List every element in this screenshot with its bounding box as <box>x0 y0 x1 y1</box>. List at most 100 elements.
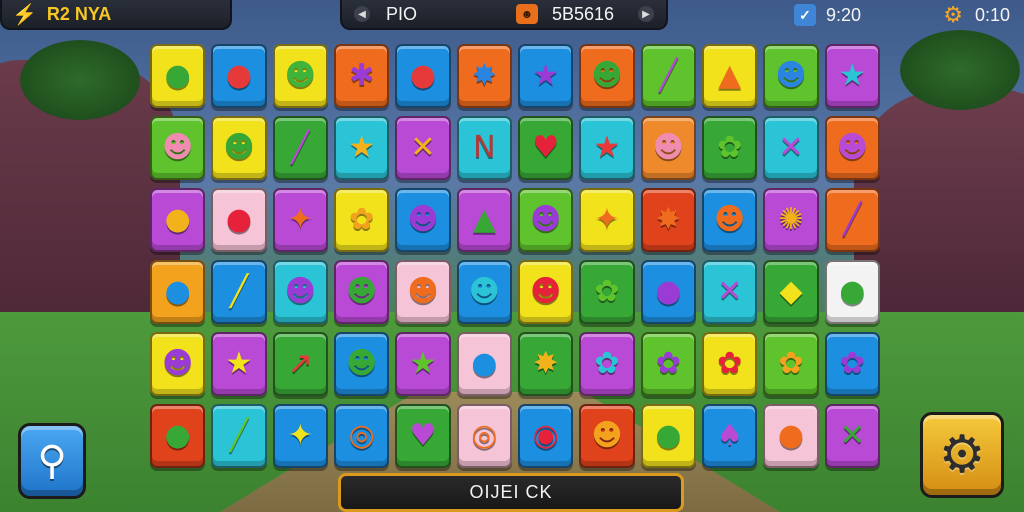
board-tile[interactable]: ✿ <box>824 332 880 396</box>
tile-symbol-icon: ✸ <box>471 58 497 93</box>
board-tile[interactable]: ★ <box>579 116 635 180</box>
board-tile[interactable]: ✸ <box>517 332 574 396</box>
board-tile[interactable]: N <box>456 116 512 180</box>
board-tile[interactable]: ☻ <box>824 116 880 180</box>
board-tile[interactable]: ╱ <box>272 116 328 180</box>
board-tile[interactable]: ✿ <box>763 332 819 396</box>
board-tile[interactable]: ★ <box>333 116 390 180</box>
tile-symbol-icon: ✕ <box>717 274 743 309</box>
board-tile[interactable]: ☻ <box>517 260 574 324</box>
tile-symbol-icon: ✸ <box>533 346 559 381</box>
board-tile[interactable]: ✿ <box>333 188 390 252</box>
board-tile[interactable]: ● <box>640 404 696 468</box>
score-value: 5B5616 <box>551 3 614 24</box>
board-tile[interactable]: ● <box>150 44 206 108</box>
action-bar-label: OIJEI CK <box>469 482 553 502</box>
tile-symbol-icon: ★ <box>225 346 253 381</box>
board-tile[interactable]: ● <box>150 404 206 468</box>
board-tile[interactable]: ◎ <box>456 404 512 468</box>
board-tile[interactable]: ↗ <box>272 332 328 396</box>
gear-icon[interactable]: ⚙ <box>943 2 963 28</box>
tile-symbol-icon: ✿ <box>717 346 743 381</box>
board-tile[interactable]: ✦ <box>272 188 328 252</box>
board-tile[interactable]: ✕ <box>763 116 819 180</box>
board-tile[interactable]: ● <box>640 260 696 324</box>
board-tile[interactable]: ☻ <box>640 116 696 180</box>
board-tile[interactable]: ╱ <box>824 188 880 252</box>
action-bar[interactable]: OIJEI CK <box>338 473 684 512</box>
board-tile[interactable]: ✕ <box>824 404 880 468</box>
board-tile[interactable]: ● <box>456 332 512 396</box>
board-tile[interactable]: ✕ <box>701 260 758 324</box>
board-tile[interactable]: ☻ <box>701 188 758 252</box>
board-tile[interactable]: ★ <box>211 332 267 396</box>
face-tile-icon: ☻ <box>515 4 538 24</box>
board-tile[interactable]: ✺ <box>763 188 819 252</box>
arrow-left-icon[interactable]: ◀ <box>354 6 370 22</box>
board-tile[interactable]: ● <box>763 404 819 468</box>
board-tile[interactable]: ☻ <box>333 260 390 324</box>
board-tile[interactable]: ◉ <box>517 404 574 468</box>
tile-symbol-icon: ◎ <box>348 418 375 453</box>
board-tile[interactable]: ☻ <box>150 332 206 396</box>
palm-foliage-right <box>900 30 1020 110</box>
board-tile[interactable]: ♥ <box>517 116 574 180</box>
puzzle-board: ● ● ☻ ✱ ● ✸ ★ ☻ ╱ ▲ ☻ ★ ☻ ☻ ╱ ★ ✕ N ♥ ★ ☻ ✿ ✕ ☻ ● ● ✦ ✿ ☻ ▲ ☻ ✦ ✸ ☻ ✺ ╱ ● ╱ ☻ ☻… <box>147 40 883 472</box>
tile-symbol-icon: ☻ <box>591 58 623 93</box>
board-tile[interactable]: ✸ <box>456 44 512 108</box>
board-tile[interactable]: ╱ <box>640 44 696 108</box>
hint-button[interactable]: ⚲ <box>18 423 86 499</box>
board-tile[interactable]: ◆ <box>763 260 819 324</box>
board-tile[interactable]: ● <box>824 260 880 324</box>
board-tile[interactable]: ☻ <box>333 332 390 396</box>
board-tile[interactable]: ✦ <box>579 188 635 252</box>
board-tile[interactable]: ✿ <box>640 332 696 396</box>
board-tile[interactable]: ▲ <box>456 188 512 252</box>
board-tile[interactable]: ✦ <box>272 404 328 468</box>
board-tile[interactable]: ☻ <box>272 44 328 108</box>
board-tile[interactable]: ◎ <box>333 404 390 468</box>
board-tile[interactable]: ★ <box>517 44 574 108</box>
board-tile[interactable]: ☻ <box>395 188 451 252</box>
settings-button[interactable]: ⚙ <box>920 412 1004 498</box>
board-tile[interactable]: ╱ <box>211 260 267 324</box>
board-tile[interactable]: ☻ <box>211 116 267 180</box>
board-tile[interactable]: ● <box>395 44 451 108</box>
board-tile[interactable]: ✕ <box>395 116 451 180</box>
board-tile[interactable]: ╱ <box>211 404 267 468</box>
board-tile[interactable]: ☻ <box>272 260 328 324</box>
tile-symbol-icon: ★ <box>348 130 376 165</box>
tile-symbol-icon: ╱ <box>659 58 678 93</box>
board-tile[interactable]: ✿ <box>701 332 758 396</box>
tile-symbol-icon: ★ <box>532 58 560 93</box>
board-tile[interactable]: ● <box>211 44 267 108</box>
board-tile[interactable]: ✿ <box>701 116 758 180</box>
tile-symbol-icon: ✿ <box>778 346 804 381</box>
board-tile[interactable]: ☻ <box>395 260 451 324</box>
board-tile[interactable]: ▲ <box>701 44 758 108</box>
board-tile[interactable]: ☻ <box>150 116 206 180</box>
board-tile[interactable]: ♥ <box>395 404 451 468</box>
tile-symbol-icon: ☻ <box>652 130 684 165</box>
board-tile[interactable]: ★ <box>824 44 880 108</box>
board-tile[interactable]: ● <box>211 188 267 252</box>
board-tile[interactable]: ☻ <box>456 260 512 324</box>
board-tile[interactable]: ☻ <box>763 44 819 108</box>
board-tile[interactable]: ✿ <box>579 260 635 324</box>
magnifier-icon: ⚲ <box>37 438 67 484</box>
board-tile[interactable]: ● <box>150 260 206 324</box>
arrow-right-icon[interactable]: ▶ <box>638 6 654 22</box>
tile-symbol-icon: ✕ <box>778 130 804 165</box>
board-tile[interactable]: ✿ <box>579 332 635 396</box>
board-tile[interactable]: ☻ <box>579 404 635 468</box>
board-tile[interactable]: ♠ <box>701 404 758 468</box>
board-tile[interactable]: ☻ <box>517 188 574 252</box>
board-tile[interactable]: ✸ <box>640 188 696 252</box>
board-tile[interactable]: ★ <box>395 332 451 396</box>
board-tile[interactable]: ☻ <box>579 44 635 108</box>
tile-symbol-icon: ● <box>839 274 866 309</box>
tile-symbol-icon: ☻ <box>530 274 562 309</box>
board-tile[interactable]: ✱ <box>333 44 390 108</box>
tile-symbol-icon: ✿ <box>839 346 865 381</box>
board-tile[interactable]: ● <box>150 188 206 252</box>
